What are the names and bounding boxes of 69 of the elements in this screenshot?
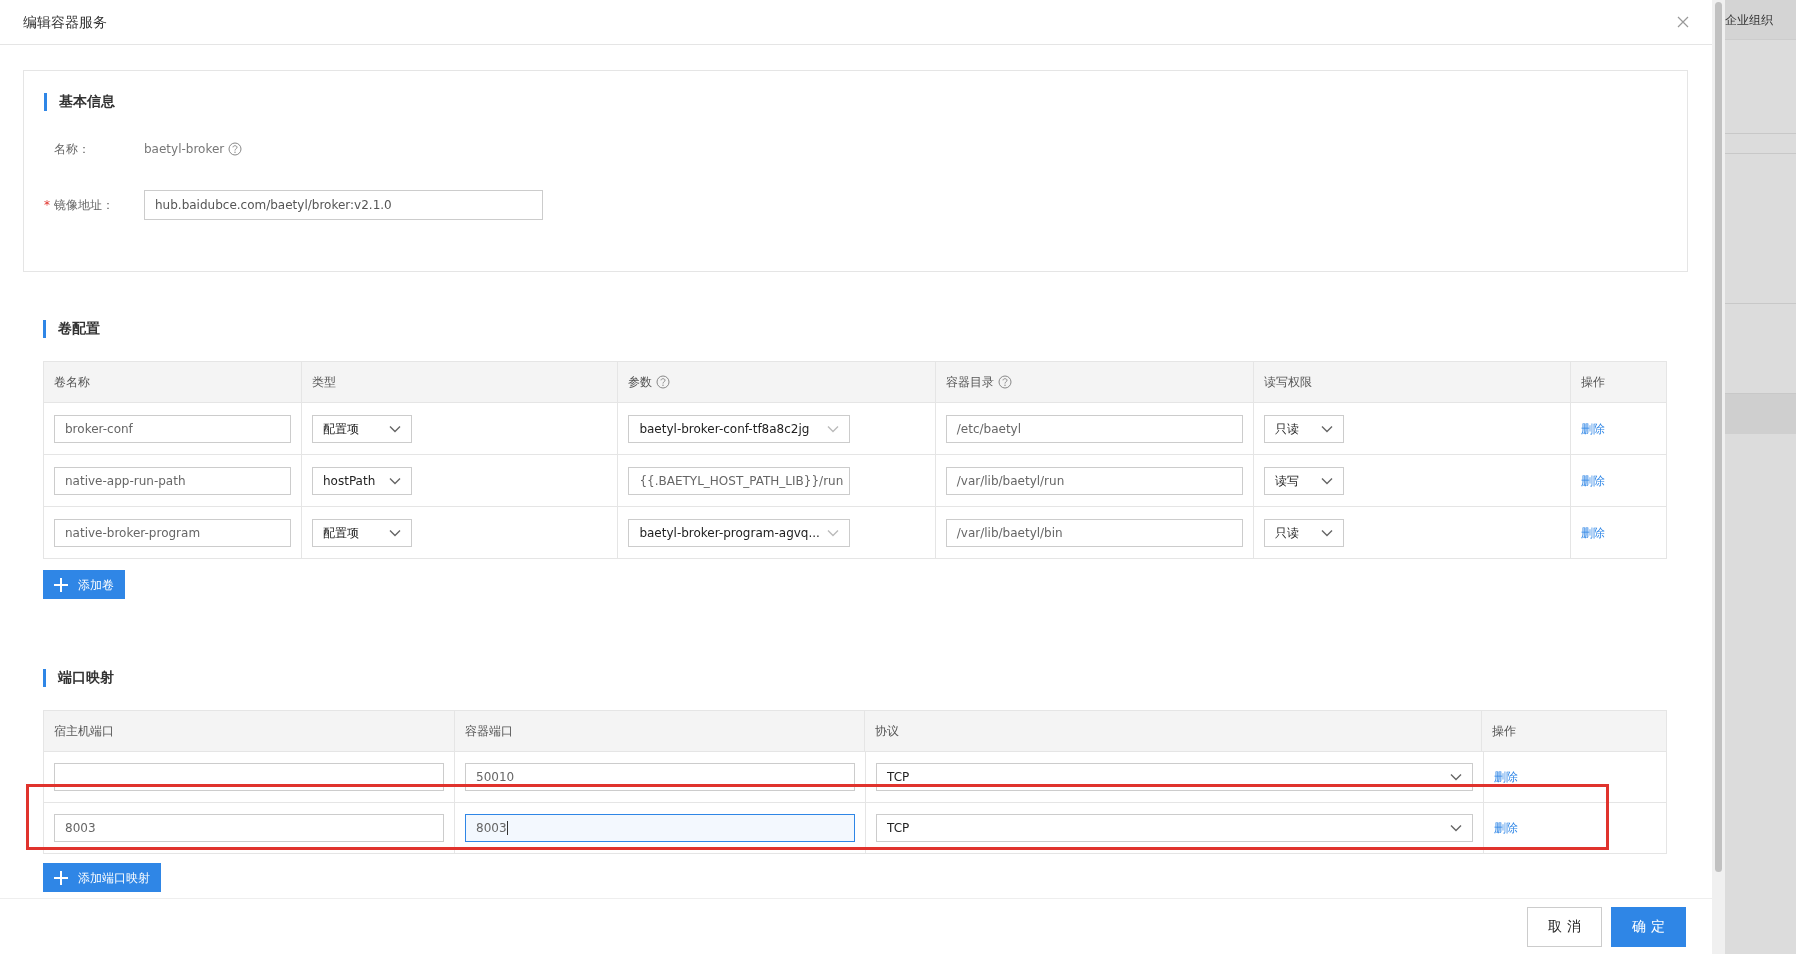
input-field[interactable]: broker-conf — [54, 414, 291, 443]
close-icon[interactable] — [1677, 16, 1689, 28]
select-field[interactable]: 读写 — [1263, 466, 1344, 495]
background-row — [1725, 394, 1796, 434]
select-field[interactable]: 只读 — [1263, 518, 1344, 547]
column-header: 协议 — [875, 723, 899, 740]
chevron-down-icon — [1320, 424, 1333, 433]
column-header: 宿主机端口 — [54, 723, 114, 740]
section-accent-bar — [43, 319, 46, 338]
chevron-down-icon — [1450, 824, 1462, 832]
chevron-down-icon — [1320, 528, 1333, 537]
column-header: 操作 — [1492, 723, 1517, 740]
plus-icon — [54, 870, 68, 885]
select-field[interactable]: TCP — [876, 763, 1473, 791]
section-accent-bar — [44, 92, 47, 111]
chevron-down-icon — [1450, 773, 1462, 781]
chevron-down-icon — [827, 424, 840, 433]
input-field[interactable]: /var/lib/baetyl/bin — [945, 518, 1243, 547]
column-header: 容器目录 — [945, 374, 994, 391]
input-field[interactable]: /var/lib/baetyl/run — [945, 466, 1243, 495]
input-field[interactable]: 50010 — [465, 763, 855, 791]
background-text: 企业组织 — [1725, 11, 1773, 29]
column-header: 类型 — [311, 374, 336, 391]
input-field[interactable]: native-app-run-path — [54, 466, 291, 495]
select-field[interactable]: hostPath — [312, 466, 412, 495]
input-field[interactable]: 8003 — [54, 814, 444, 842]
chevron-down-icon — [389, 476, 401, 485]
section-heading: 卷配置 — [58, 319, 100, 338]
select-field[interactable]: TCP — [876, 814, 1473, 842]
column-header: 卷名称 — [54, 374, 90, 391]
section-heading: 基本信息 — [59, 92, 115, 111]
chevron-down-icon — [827, 528, 840, 537]
input-field[interactable]: hub.baidubce.com/baetyl/broker:v2.1.0 — [144, 190, 543, 220]
select-field[interactable]: baetyl-broker-conf-tf8a8c2jg — [628, 414, 851, 443]
cancel-button[interactable]: 取 消 — [1527, 906, 1602, 947]
delete-link[interactable]: 删除 — [1494, 819, 1518, 837]
delete-link[interactable]: 删除 — [1581, 471, 1606, 490]
select-field[interactable]: baetyl-broker-program-agvq... — [628, 518, 851, 547]
input-field[interactable]: 8003 — [465, 814, 855, 842]
plus-icon — [54, 577, 68, 592]
chevron-down-icon — [389, 424, 401, 433]
section-heading: 端口映射 — [58, 668, 114, 687]
input-field[interactable]: {{.BAETYL_HOST_PATH_LIB}}/run — [628, 466, 851, 495]
select-field[interactable]: 只读 — [1263, 414, 1344, 443]
input-field[interactable]: native-broker-program — [54, 518, 291, 547]
field-value: baetyl-broker — [144, 141, 225, 158]
section-accent-bar — [43, 668, 46, 687]
column-header: 读写权限 — [1263, 374, 1312, 391]
field-label: 名称： — [54, 141, 90, 158]
required-mark: * — [44, 197, 50, 214]
delete-link[interactable]: 删除 — [1581, 523, 1606, 542]
delete-link[interactable]: 删除 — [1494, 768, 1518, 786]
select-field[interactable]: 配置项 — [312, 518, 412, 547]
column-header: 操作 — [1581, 374, 1606, 391]
chevron-down-icon — [389, 528, 401, 537]
input-field[interactable] — [54, 763, 444, 791]
confirm-button[interactable]: 确 定 — [1611, 906, 1686, 947]
scrollbar[interactable] — [1712, 0, 1725, 954]
column-header: 参数 — [628, 374, 653, 391]
select-field[interactable]: 配置项 — [312, 414, 412, 443]
scrollbar-thumb[interactable] — [1715, 2, 1722, 872]
delete-link[interactable]: 删除 — [1581, 419, 1606, 438]
add-port-mapping-button[interactable]: 添加端口映射 — [43, 863, 161, 892]
add-volume-button[interactable]: 添加卷 — [43, 570, 125, 599]
input-field[interactable]: /etc/baetyl — [945, 414, 1243, 443]
dialog-title: 编辑容器服务 — [23, 12, 107, 32]
field-label: 镜像地址： — [54, 197, 114, 214]
chevron-down-icon — [1320, 476, 1333, 485]
column-header: 容器端口 — [464, 723, 513, 740]
